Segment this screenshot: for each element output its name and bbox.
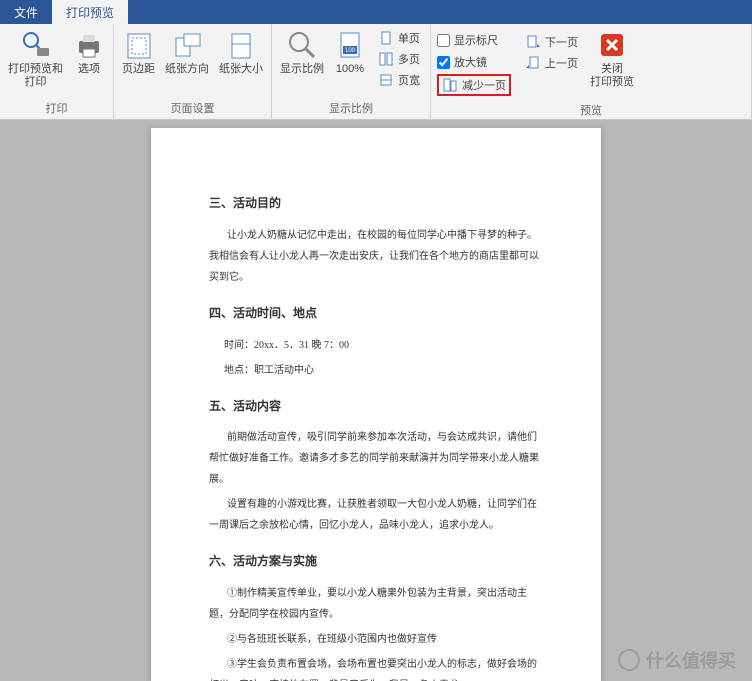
page-width-icon (378, 72, 394, 88)
zoom-100-label: 100% (336, 63, 364, 76)
show-ruler-input[interactable] (437, 34, 450, 47)
para-3a: 让小龙人奶糖从记忆中走出，在校园的每位同学心中播下寻梦的种子。我相信会有人让小龙… (209, 225, 543, 288)
printer-icon (73, 29, 105, 61)
shrink-one-page-button[interactable]: 减少一页 (437, 74, 511, 96)
page-width-label: 页宽 (398, 72, 420, 88)
heading-3: 三、活动目的 (209, 192, 543, 215)
group-zoom-label: 显示比例 (276, 98, 426, 119)
heading-4: 四、活动时间、地点 (209, 302, 543, 325)
orientation-button[interactable]: 纸张方向 (161, 26, 213, 78)
prev-page-label: 上一页 (545, 55, 578, 71)
next-page-button[interactable]: 下一页 (521, 32, 582, 52)
orientation-label: 纸张方向 (165, 63, 209, 76)
one-page-label: 单页 (398, 30, 420, 46)
multi-page-icon (378, 51, 394, 67)
prev-page-icon (525, 55, 541, 71)
orientation-icon (171, 29, 203, 61)
one-page-button[interactable]: 单页 (374, 28, 424, 48)
show-ruler-label: 显示标尺 (454, 32, 498, 48)
shrink-one-page-label: 减少一页 (462, 77, 506, 93)
para-4b: 地点：职工活动中心 (209, 360, 543, 381)
para-6a: ①制作精美宣传单业，要以小龙人糖果外包装为主背景，突出活动主题，分配同学在校园内… (209, 583, 543, 625)
magnifier-input[interactable] (437, 56, 450, 69)
group-page-setup: 页边距 纸张方向 纸张大小 页面设置 (114, 24, 272, 119)
group-preview: 显示标尺 放大镜 减少一页 下一页 上一页 (431, 24, 752, 119)
smile-icon (618, 649, 640, 671)
watermark: 什么值得买 (618, 647, 736, 673)
tab-file[interactable]: 文件 (0, 0, 52, 24)
magnifier-printer-icon (20, 29, 52, 61)
multi-page-button[interactable]: 多页 (374, 49, 424, 69)
watermark-text: 什么值得买 (646, 647, 736, 673)
margins-label: 页边距 (122, 63, 155, 76)
zoom-ratio-label: 显示比例 (280, 63, 324, 76)
paper-size-icon (225, 29, 257, 61)
options-label: 选项 (78, 63, 100, 76)
close-icon (596, 29, 628, 61)
magnifier-label: 放大镜 (454, 54, 487, 70)
page-width-button[interactable]: 页宽 (374, 70, 424, 90)
paper-size-button[interactable]: 纸张大小 (215, 26, 267, 78)
next-page-label: 下一页 (545, 34, 578, 50)
close-preview-button[interactable]: 关闭 打印预览 (586, 26, 638, 91)
zoom-ratio-button[interactable]: 显示比例 (276, 26, 328, 78)
close-preview-label: 关闭 打印预览 (590, 63, 634, 89)
group-preview-label: 预览 (435, 100, 747, 121)
print-preview-and-print-button[interactable]: 打印预览和 打印 (4, 26, 67, 91)
para-5a: 前期做活动宣传，吸引同学前来参加本次活动，与会达成共识，请他们帮忙做好准备工作。… (209, 427, 543, 490)
para-6b: ②与各班班长联系，在班级小范围内也做好宣传 (209, 629, 543, 650)
workspace: 三、活动目的 让小龙人奶糖从记忆中走出，在校园的每位同学心中播下寻梦的种子。我相… (0, 120, 752, 681)
show-ruler-checkbox[interactable]: 显示标尺 (437, 30, 511, 50)
para-4a: 时间：20xx．5．31 晚 7：00 (209, 335, 543, 356)
magnifier-checkbox[interactable]: 放大镜 (437, 52, 511, 72)
svg-text:100: 100 (345, 48, 356, 54)
heading-6: 六、活动方案与实施 (209, 550, 543, 573)
next-page-icon (525, 34, 541, 50)
page-100-icon: 100 (334, 29, 366, 61)
print-preview-label: 打印预览和 打印 (8, 63, 63, 89)
one-page-icon (378, 30, 394, 46)
tab-print-preview[interactable]: 打印预览 (52, 0, 128, 24)
para-5b: 设置有趣的小游戏比赛，让获胜者领取一大包小龙人奶糖，让同学们在一周课后之余放松心… (209, 494, 543, 536)
heading-5: 五、活动内容 (209, 395, 543, 418)
margins-button[interactable]: 页边距 (118, 26, 159, 78)
magnifier-icon (286, 29, 318, 61)
group-print: 打印预览和 打印 选项 打印 (0, 24, 114, 119)
paper-size-label: 纸张大小 (219, 63, 263, 76)
multi-page-label: 多页 (398, 51, 420, 67)
ribbon: 打印预览和 打印 选项 打印 页边距 纸张方向 (0, 24, 752, 120)
group-zoom: 显示比例 100 100% 单页 多页 页宽 (272, 24, 431, 119)
print-options-button[interactable]: 选项 (69, 26, 109, 78)
prev-page-button[interactable]: 上一页 (521, 53, 582, 73)
zoom-100-button[interactable]: 100 100% (330, 26, 370, 78)
group-print-label: 打印 (4, 98, 109, 119)
para-6c: ③学生会负责布置会场，会场布置也要突出小龙人的标志，做好会场的灯光、音响、座椅的… (209, 654, 543, 681)
margins-icon (123, 29, 155, 61)
shrink-page-icon (442, 77, 458, 93)
document-page: 三、活动目的 让小龙人奶糖从记忆中走出，在校园的每位同学心中播下寻梦的种子。我相… (151, 128, 601, 681)
group-page-setup-label: 页面设置 (118, 98, 267, 119)
